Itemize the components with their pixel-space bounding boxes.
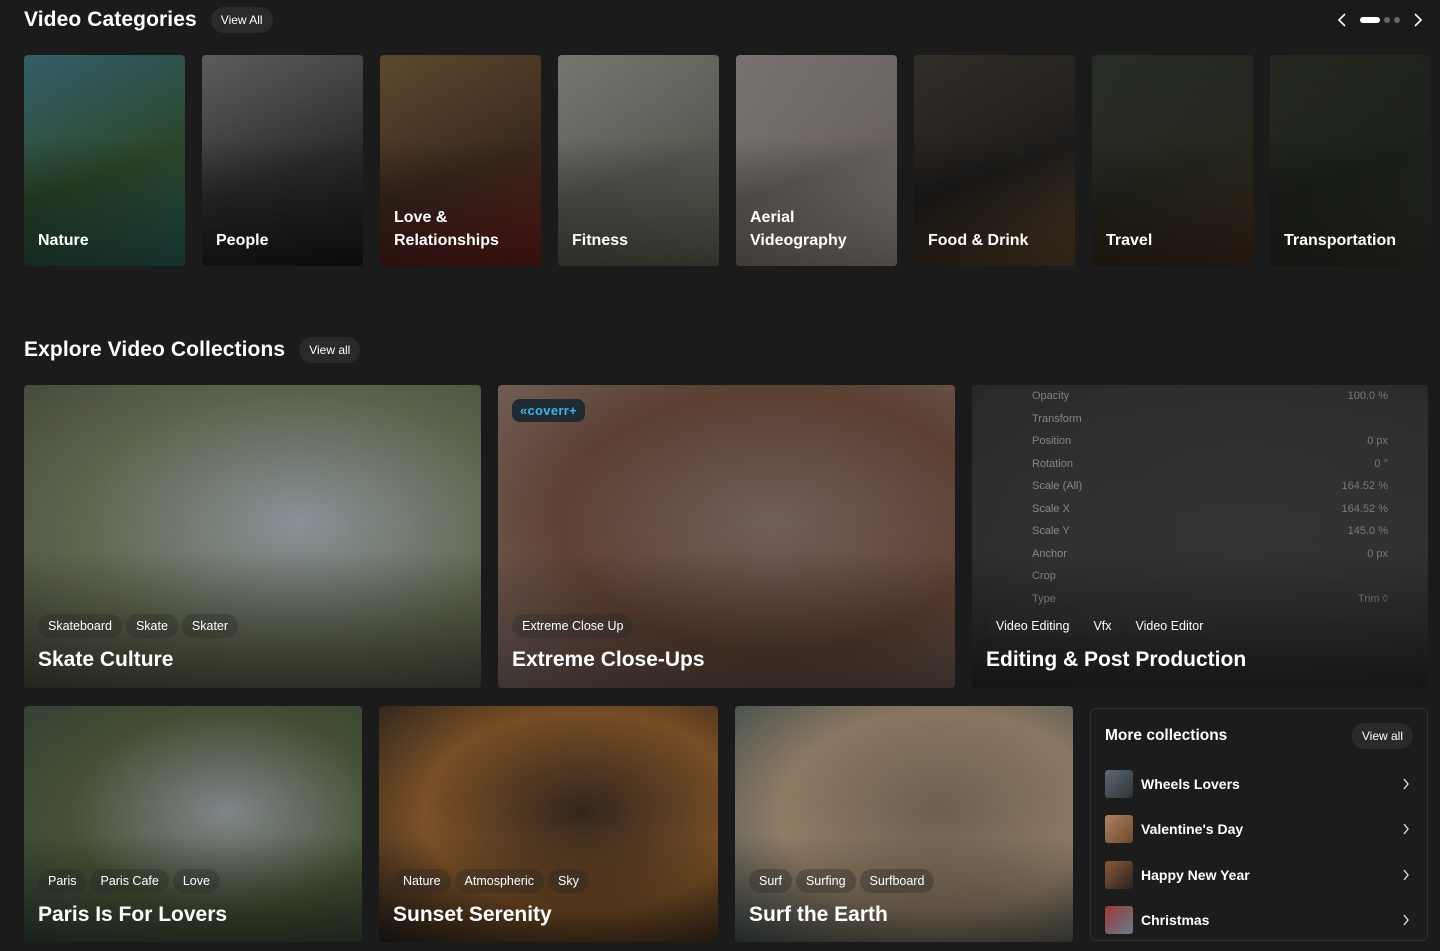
collection-card-skate-culture[interactable]: Skateboard Skate Skater Skate Culture [24, 385, 481, 688]
category-tile-transportation[interactable]: Transportation [1270, 55, 1431, 266]
collection-card-surf-the-earth[interactable]: Surf Surfing Surfboard Surf the Earth [735, 706, 1073, 942]
collection-tag[interactable]: Love [172, 869, 220, 893]
category-row: Nature People Love & Relationships Fitne… [24, 55, 1431, 266]
more-collections-view-all-button[interactable]: View all [1351, 723, 1413, 749]
category-tile-people[interactable]: People [202, 55, 363, 266]
category-tile-aerial-videography[interactable]: Aerial Videography [736, 55, 897, 266]
collection-tag[interactable]: Paris Cafe [90, 869, 169, 893]
chevron-right-icon [1399, 868, 1413, 882]
category-tile-love-relationships[interactable]: Love & Relationships [380, 55, 541, 266]
more-collection-item-wheels-lovers[interactable]: Wheels Lovers [1105, 761, 1413, 807]
more-collection-item-valentines-day[interactable]: Valentine's Day [1105, 807, 1413, 853]
categories-view-all-button[interactable]: View All [210, 7, 273, 33]
collection-tag[interactable]: Extreme Close Up [512, 614, 634, 638]
category-label: Transportation [1284, 232, 1397, 249]
carousel-nav [1334, 10, 1426, 30]
carousel-dot-2[interactable] [1384, 17, 1390, 23]
collection-title: Paris Is For Lovers [38, 903, 228, 926]
collection-tag[interactable]: Atmospheric [454, 869, 545, 893]
collection-title: Surf the Earth [749, 903, 888, 926]
chevron-right-icon [1399, 822, 1413, 836]
collections-view-all-button[interactable]: View all [299, 337, 361, 363]
carousel-next-button[interactable] [1410, 10, 1426, 30]
category-label: Nature [38, 232, 89, 249]
collection-title: Sunset Serenity [393, 903, 552, 926]
chevron-left-icon [1337, 13, 1346, 27]
collection-card-extreme-close-ups[interactable]: «coverr+ Extreme Close Up Extreme Close-… [498, 385, 955, 688]
category-tile-food-drink[interactable]: Food & Drink [914, 55, 1075, 266]
chevron-right-icon [1414, 13, 1423, 27]
collection-title: Skate Culture [38, 648, 174, 671]
collection-tags: Skateboard Skate Skater [38, 614, 239, 638]
collection-tag[interactable]: Surf [749, 869, 792, 893]
carousel-dots [1360, 17, 1400, 23]
collection-card-editing-post-production[interactable]: Opacity100.0 %TransformPosition0 pxRotat… [972, 385, 1428, 688]
collection-title: Extreme Close-Ups [512, 648, 705, 671]
category-tile-fitness[interactable]: Fitness [558, 55, 719, 266]
more-collection-label: Happy New Year [1141, 866, 1250, 883]
collection-tag[interactable]: Sky [548, 869, 589, 893]
category-label: People [216, 232, 269, 249]
more-collection-item-happy-new-year[interactable]: Happy New Year [1105, 852, 1413, 898]
category-label: Fitness [572, 232, 629, 249]
chevron-right-icon [1399, 777, 1413, 791]
carousel-dot-1[interactable] [1360, 17, 1380, 23]
collection-thumbnail [1105, 860, 1133, 889]
more-collections-panel: More collections View all Wheels Lovers … [1090, 708, 1428, 941]
collection-tag[interactable]: Video Editing [986, 614, 1080, 638]
video-categories-title: Video Categories [24, 8, 197, 31]
collection-tag[interactable]: Surfing [795, 869, 856, 893]
collection-tag[interactable]: Video Editor [1125, 614, 1214, 638]
category-label: Food & Drink [928, 232, 1029, 249]
collection-title: Editing & Post Production [986, 648, 1247, 671]
category-label: Aerial Videography [750, 209, 847, 249]
more-collections-title: More collections [1105, 727, 1228, 744]
chevron-right-icon [1399, 913, 1413, 927]
more-collections-list: Wheels Lovers Valentine's Day Happy New … [1105, 761, 1413, 943]
collection-thumbnail [1105, 815, 1133, 844]
coverr-plus-badge: «coverr+ [512, 399, 585, 422]
category-tile-travel[interactable]: Travel [1092, 55, 1253, 266]
collection-tags: Video Editing Vfx Video Editor [986, 614, 1214, 638]
collection-tags: Paris Paris Cafe Love [38, 869, 220, 893]
carousel-prev-button[interactable] [1334, 10, 1350, 30]
collection-tag[interactable]: Nature [393, 869, 451, 893]
category-label: Travel [1106, 232, 1153, 249]
more-collections-header: More collections View all [1105, 723, 1413, 749]
collection-tag[interactable]: Skate [125, 614, 178, 638]
more-collection-label: Christmas [1141, 912, 1210, 929]
more-collection-item-christmas[interactable]: Christmas [1105, 898, 1413, 944]
collection-thumbnail [1105, 769, 1133, 798]
more-collection-label: Valentine's Day [1141, 821, 1244, 838]
category-label: Love & Relationships [394, 209, 499, 249]
carousel-dot-3[interactable] [1394, 17, 1400, 23]
category-tile-nature[interactable]: Nature [24, 55, 185, 266]
collection-tags: Nature Atmospheric Sky [393, 869, 589, 893]
collection-tag[interactable]: Skateboard [38, 614, 122, 638]
collection-tag[interactable]: Skater [181, 614, 239, 638]
collection-tags: Extreme Close Up [512, 614, 634, 638]
collection-tag[interactable]: Surfboard [859, 869, 935, 893]
collection-tag[interactable]: Paris [38, 869, 87, 893]
more-collection-label: Wheels Lovers [1141, 775, 1240, 792]
collection-tags: Surf Surfing Surfboard [749, 869, 935, 893]
collection-tag[interactable]: Vfx [1083, 614, 1122, 638]
collection-card-sunset-serenity[interactable]: Nature Atmospheric Sky Sunset Serenity [379, 706, 718, 942]
video-categories-header: Video Categories View All [24, 6, 273, 34]
collections-title: Explore Video Collections [24, 338, 286, 361]
collection-card-paris-is-for-lovers[interactable]: Paris Paris Cafe Love Paris Is For Lover… [24, 706, 362, 942]
collection-thumbnail [1105, 906, 1133, 935]
collections-header: Explore Video Collections View all [24, 336, 361, 364]
